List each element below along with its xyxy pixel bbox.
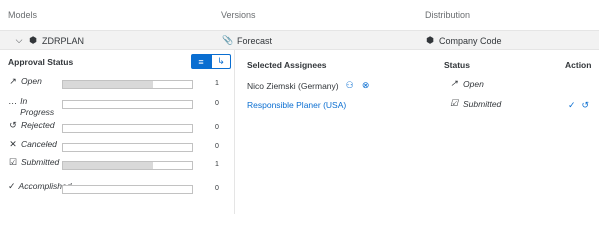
status-count: 0 [215, 185, 219, 192]
status-bar [62, 80, 193, 89]
status-label: Rejected [21, 120, 55, 130]
status-label: In Progress [20, 96, 55, 117]
view-toggle[interactable]: ≡ ↳ [191, 54, 231, 69]
assignee-name-link[interactable]: Responsible Planer (USA) [247, 100, 346, 110]
status-bar [62, 124, 193, 133]
submitted-icon: ☑ [449, 98, 459, 108]
distribution-icon: ⬢ [426, 35, 434, 45]
accomplished-icon: ✓ [8, 181, 16, 191]
status-label: Open [21, 76, 42, 86]
flow-view-button[interactable]: ↳ [211, 54, 231, 69]
reject-icon[interactable]: ↺ [582, 100, 590, 111]
models-header: Models [8, 10, 38, 20]
status-count: 0 [215, 143, 219, 150]
status-row-open[interactable]: ↗ Open 1 [8, 76, 233, 96]
versions-header: Versions [221, 10, 256, 20]
status-bar [62, 100, 193, 109]
row-status: Open [463, 78, 484, 89]
status-bar [62, 185, 193, 194]
status-bar-fill [63, 81, 154, 88]
approval-status-panel: Approval Status ≡ ↳ ↗ Open 1 … In Progress… [0, 50, 235, 214]
status-cell-2: ☑ Submitted [449, 98, 501, 109]
distribution-name: Company Code [439, 35, 502, 46]
assignee-row-1: Nico Ziemski (Germany) ⚇ ⊗ [247, 80, 371, 91]
cancel-icon: ✕ [9, 139, 17, 149]
status-row-accomplished[interactable]: ✓ Accomplished 0 [8, 181, 233, 201]
submitted-icon: ☑ [8, 157, 18, 167]
status-row-submitted[interactable]: ☑ Submitted 1 [8, 157, 233, 177]
status-count: 1 [215, 80, 219, 87]
open-icon: ↗ [450, 78, 458, 88]
distribution-header: Distribution [425, 10, 471, 20]
chevron-down-icon[interactable]: ⌵ [14, 35, 24, 46]
remove-icon[interactable]: ⊗ [361, 80, 371, 91]
approval-status-title: Approval Status [8, 57, 74, 67]
status-cell-1: ↗ Open [449, 78, 484, 89]
status-row-in-progress[interactable]: … In Progress 0 [8, 96, 233, 117]
assignee-name: Nico Ziemski (Germany) [247, 80, 339, 91]
rejected-icon: ↺ [9, 120, 17, 130]
status-label: Submitted [21, 157, 60, 167]
status-bar [62, 161, 193, 170]
status-count: 1 [215, 161, 219, 168]
column-header-bar: Models Versions Distribution [0, 0, 599, 30]
status-column-header: Status [444, 60, 470, 70]
status-bar-fill [63, 162, 154, 169]
status-count: 0 [215, 124, 219, 131]
in-progress-icon: … [8, 96, 18, 106]
model-row[interactable]: ⌵ ⬢ ZDRPLAN 📎 Forecast ⬢ Company Code [0, 30, 599, 50]
row-actions-2: ✓ ↺ [568, 100, 589, 111]
assignees-table: Selected Assignees Status Action Nico Zi… [236, 50, 599, 214]
substitute-user-icon[interactable]: ⚇ [345, 80, 355, 91]
open-icon: ↗ [9, 76, 17, 86]
row-status: Submitted [463, 98, 502, 109]
assignees-column-header: Selected Assignees [247, 60, 327, 70]
status-bar [62, 143, 193, 152]
version-icon: 📎 [222, 35, 234, 45]
model-name: ZDRPLAN [42, 35, 85, 46]
bar-view-button[interactable]: ≡ [191, 54, 211, 69]
status-row-rejected[interactable]: ↺ Rejected 0 [8, 120, 233, 140]
approve-icon[interactable]: ✓ [568, 100, 576, 111]
status-label: Canceled [21, 139, 57, 149]
status-row-canceled[interactable]: ✕ Canceled 0 [8, 139, 233, 159]
cube-icon: ⬢ [29, 35, 37, 45]
assignee-row-2[interactable]: Responsible Planer (USA) [247, 100, 346, 110]
version-name: Forecast [237, 35, 273, 46]
action-column-header: Action [565, 60, 592, 70]
status-count: 0 [215, 100, 219, 107]
